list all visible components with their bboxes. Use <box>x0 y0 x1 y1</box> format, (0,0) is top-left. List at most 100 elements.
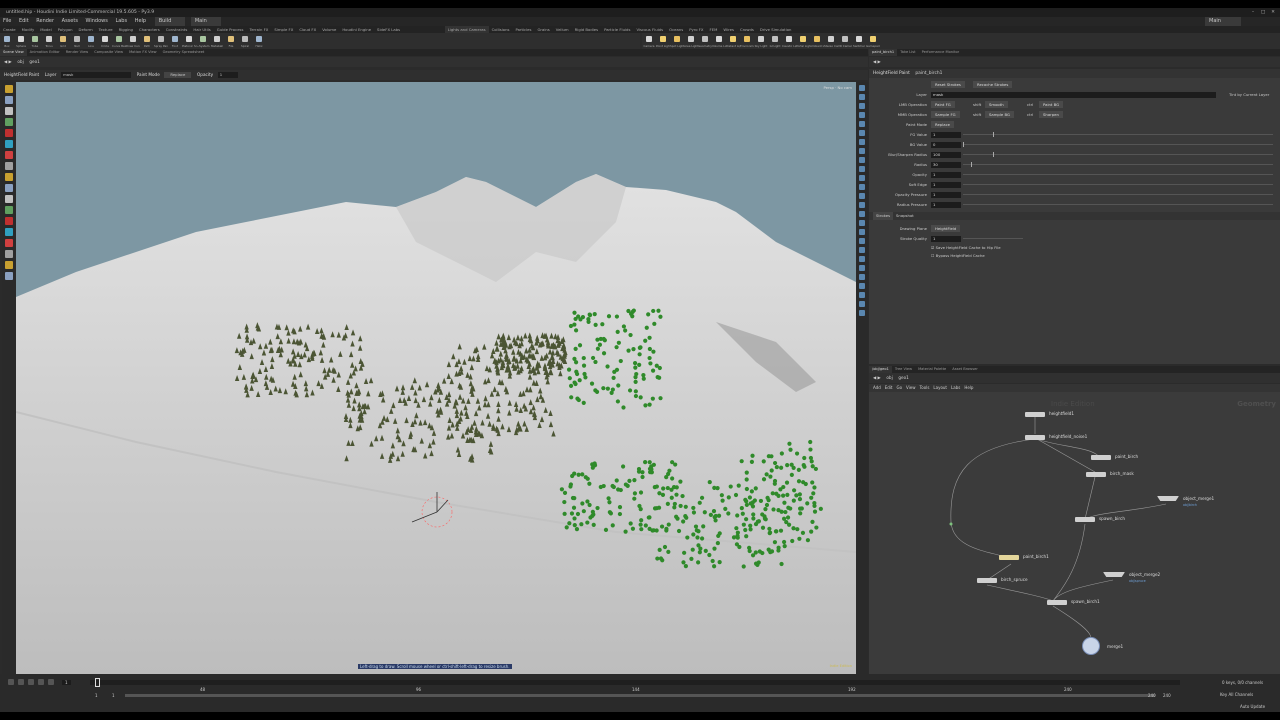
key-all-button[interactable]: Key All Channels <box>1220 692 1253 697</box>
bypass-cache-checkbox[interactable]: ☐ Bypass HeightField Cache <box>931 251 985 260</box>
shelf-tab[interactable]: Rigging <box>116 26 136 33</box>
stroke-quality-field[interactable]: 1 <box>931 235 961 242</box>
tool-icon[interactable] <box>5 129 13 137</box>
network-editor[interactable]: Indie Edition Geometry heightfield1 heig… <box>869 392 1280 674</box>
node-heightfield1[interactable] <box>1025 412 1045 417</box>
display-option-icon[interactable] <box>859 310 865 316</box>
radius-field[interactable]: 30 <box>931 161 961 168</box>
net-tab[interactable]: Material Palette <box>915 366 949 373</box>
soft-edge-field[interactable]: 1 <box>931 181 961 188</box>
lmb-shift-select[interactable]: Smooth <box>985 101 1008 108</box>
shelf-tab[interactable]: Viscous Fluids <box>633 26 666 33</box>
pane-tab[interactable]: Geometry Spreadsheet <box>160 49 208 56</box>
slider-knob[interactable] <box>971 162 972 167</box>
shelf-tab[interactable]: Vellum <box>553 26 572 33</box>
opacity-slider[interactable] <box>963 174 1273 175</box>
slider-knob[interactable] <box>993 152 994 157</box>
tool-icon[interactable] <box>5 195 13 203</box>
display-option-icon[interactable] <box>859 184 865 190</box>
display-option-icon[interactable] <box>859 301 865 307</box>
radius-pressure-slider[interactable] <box>963 204 1273 205</box>
display-option-icon[interactable] <box>859 238 865 244</box>
pane-tab[interactable]: Render View <box>63 49 91 56</box>
display-option-icon[interactable] <box>859 148 865 154</box>
display-option-icon[interactable] <box>859 85 865 91</box>
skip-end-icon[interactable] <box>48 679 54 685</box>
desktop-right-select[interactable]: Main <box>1205 17 1241 26</box>
menu-edit[interactable]: Edit <box>16 17 32 26</box>
slider-knob[interactable] <box>993 132 994 137</box>
step-back-icon[interactable] <box>18 679 24 685</box>
fg-value-field[interactable]: 1 <box>931 131 961 138</box>
quality-slider[interactable] <box>963 238 1023 239</box>
menu-labs[interactable]: Labs <box>112 17 130 26</box>
tool-icon[interactable] <box>5 184 13 192</box>
shelf-tab[interactable]: Modify <box>19 26 38 33</box>
mmb-shift-select[interactable]: Sample BG <box>985 111 1014 118</box>
tab-snapshot[interactable]: Snapshot <box>893 212 917 220</box>
shelf-tab[interactable]: Model <box>37 26 54 33</box>
shelf-tab[interactable]: Oceans <box>666 26 686 33</box>
playhead[interactable] <box>95 678 100 687</box>
shelf-tab[interactable]: SideFX Labs <box>374 26 403 33</box>
node-object-merge2[interactable] <box>1103 572 1125 577</box>
shelf-tab[interactable]: Wires <box>720 26 737 33</box>
paint-mode-select[interactable]: Replace <box>164 71 192 78</box>
display-option-icon[interactable] <box>859 130 865 136</box>
shelf-tab[interactable]: Guide Process <box>214 26 247 33</box>
net-menu-view[interactable]: View <box>906 385 916 390</box>
tool-icon[interactable] <box>5 250 13 258</box>
menu-file[interactable]: File <box>0 17 14 26</box>
shelf-tab[interactable]: Simple FX <box>271 26 296 33</box>
display-option-icon[interactable] <box>859 121 865 127</box>
radius-slider[interactable] <box>963 164 1273 165</box>
net-menu-layout[interactable]: Layout <box>933 385 947 390</box>
tab-strokes[interactable]: Strokes <box>873 212 894 220</box>
net-menu-help[interactable]: Help <box>964 385 973 390</box>
range-end-field[interactable]: 240 <box>1163 693 1171 698</box>
blur-slider[interactable] <box>963 154 1273 155</box>
net-menu-edit[interactable]: Edit <box>885 385 893 390</box>
pane-tab[interactable]: Animation Editor <box>27 49 63 56</box>
scene-viewport[interactable]: Persp · No cam Left-drag to draw. Scroll… <box>16 82 856 674</box>
tool-icon[interactable] <box>5 107 13 115</box>
path-obj[interactable]: obj <box>886 375 892 380</box>
opacity-pressure-field[interactable]: 1 <box>931 191 961 198</box>
paint-mode-select[interactable]: Replace <box>931 121 955 128</box>
opacity-field[interactable]: 1 <box>931 171 961 178</box>
back-icon[interactable]: ◀ ▶ <box>4 59 12 64</box>
shelf-tab[interactable]: Grains <box>534 26 552 33</box>
desktop-build-select[interactable]: Build <box>154 17 186 26</box>
net-tab[interactable]: Asset Browser <box>949 366 981 373</box>
drawing-plane-select[interactable]: HeightField <box>931 225 961 232</box>
range-slider[interactable] <box>125 694 1155 697</box>
shelf-tab[interactable]: Particle Fluids <box>601 26 633 33</box>
shelf-tab[interactable]: Lights and Cameras <box>444 26 489 33</box>
mmb-ctrl-select[interactable]: Sharpen <box>1039 111 1063 118</box>
display-option-icon[interactable] <box>859 175 865 181</box>
tool-icon[interactable] <box>5 118 13 126</box>
node-paint-birch[interactable] <box>1091 455 1111 460</box>
display-option-icon[interactable] <box>859 247 865 253</box>
shelf-tab[interactable]: Collisions <box>489 26 513 33</box>
path-obj[interactable]: obj <box>17 59 23 64</box>
maximize-button[interactable]: □ <box>1258 8 1268 17</box>
net-menu-tools[interactable]: Tools <box>920 385 930 390</box>
pane-tab-params[interactable]: paint_birch1 <box>869 49 898 56</box>
display-option-icon[interactable] <box>859 265 865 271</box>
layer-field[interactable]: mask <box>931 91 1216 98</box>
node-spawn-birch1[interactable] <box>1047 600 1067 605</box>
mmb-select[interactable]: Sample FG <box>931 111 960 118</box>
tool-icon[interactable] <box>5 140 13 148</box>
tool-icon[interactable] <box>5 239 13 247</box>
end-field[interactable]: 240 <box>1148 693 1156 698</box>
bg-slider[interactable] <box>963 144 1273 145</box>
node-merge1[interactable] <box>1082 637 1100 655</box>
menu-render[interactable]: Render <box>33 17 57 26</box>
opacity-pressure-slider[interactable] <box>963 194 1273 195</box>
node-spawn-birch[interactable] <box>1075 517 1095 522</box>
shelf-tab[interactable]: Particles <box>512 26 534 33</box>
path-geo[interactable]: geo1 <box>29 59 39 64</box>
tool-icon[interactable] <box>5 151 13 159</box>
net-menu-labs[interactable]: Labs <box>951 385 960 390</box>
